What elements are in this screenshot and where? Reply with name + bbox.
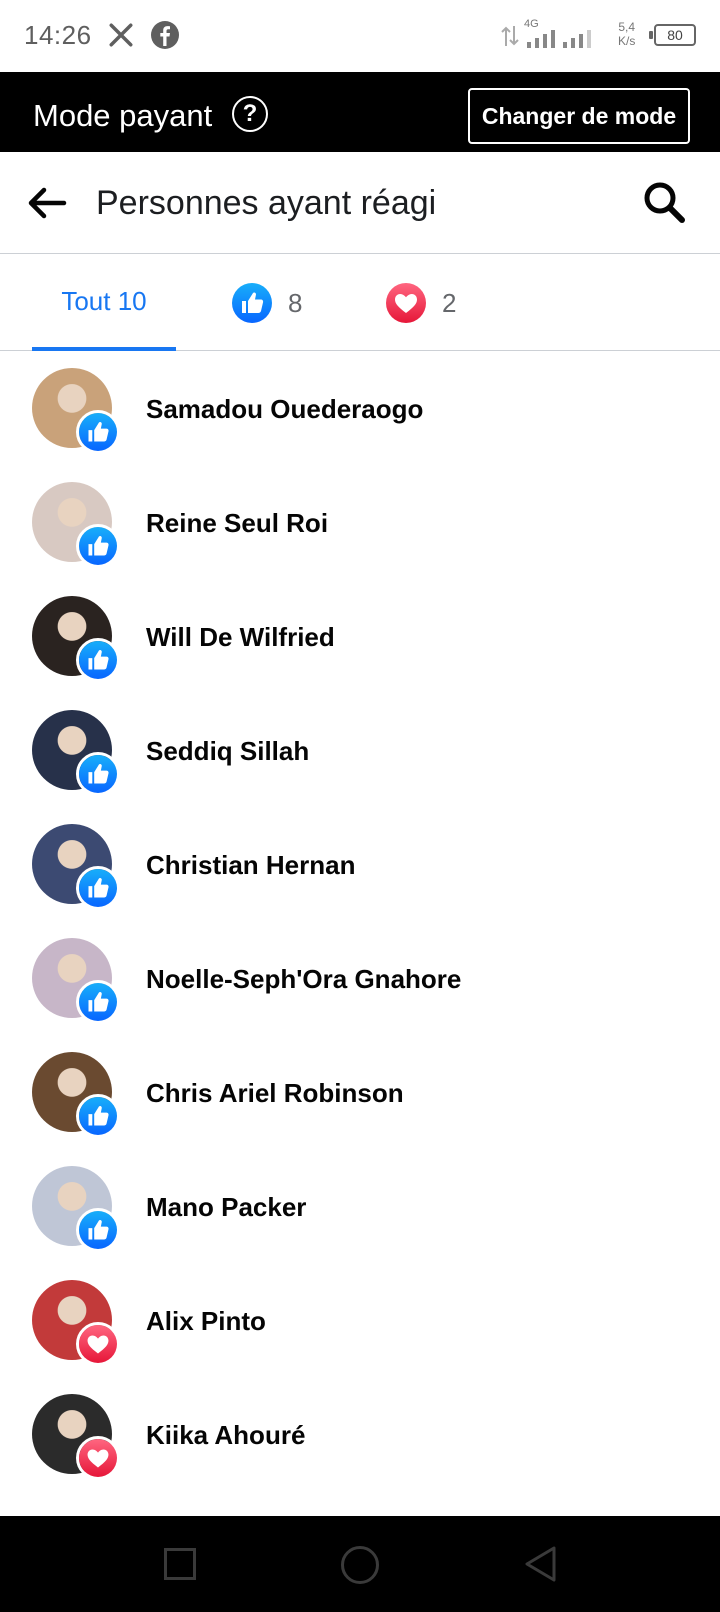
reactor-name[interactable]: Alix Pinto — [146, 1306, 266, 1337]
facebook-icon — [151, 21, 179, 49]
reactor-row[interactable]: Chris Ariel Robinson — [0, 1038, 720, 1152]
reactor-name[interactable]: Mano Packer — [146, 1192, 306, 1223]
like-reaction-icon — [76, 410, 120, 454]
page-title: Personnes ayant réagi — [96, 184, 437, 222]
reactor-name[interactable]: Noelle-Seph'Ora Gnahore — [146, 964, 461, 995]
reactor-name[interactable]: Christian Hernan — [146, 850, 356, 881]
reaction-tabs: Tout 10 8 2 — [0, 255, 720, 351]
reactor-name[interactable]: Chris Ariel Robinson — [146, 1078, 404, 1109]
reactor-row[interactable]: Samadou Ouederaogo — [0, 354, 720, 468]
like-reaction-icon — [76, 524, 120, 568]
tab-like-count: 8 — [288, 287, 303, 318]
tab-all[interactable]: Tout 10 — [32, 255, 176, 351]
love-reaction-icon — [386, 283, 426, 323]
reactor-row[interactable]: Kiika Ahouré — [0, 1380, 720, 1494]
speed-value: 5,4 — [618, 20, 636, 34]
reactor-row[interactable]: Seddiq Sillah — [0, 696, 720, 810]
tab-love-count: 2 — [442, 287, 457, 318]
recent-apps-button[interactable] — [164, 1548, 196, 1580]
mode-title: Mode payant — [33, 98, 213, 133]
reactor-name[interactable]: Will De Wilfried — [146, 622, 335, 653]
status-time: 14:26 — [24, 20, 92, 50]
page-header: Personnes ayant réagi — [0, 152, 720, 254]
tab-all-label: Tout 10 — [61, 285, 147, 316]
like-reaction-icon — [76, 752, 120, 796]
reactor-name[interactable]: Kiika Ahouré — [146, 1420, 305, 1451]
change-mode-button[interactable]: Changer de mode — [468, 88, 690, 144]
help-icon[interactable]: ? — [232, 96, 268, 132]
like-reaction-icon — [76, 638, 120, 682]
nav-back-icon[interactable] — [522, 1544, 558, 1584]
signal-icon-2 — [563, 30, 591, 48]
reactor-row[interactable]: Noelle-Seph'Ora Gnahore — [0, 924, 720, 1038]
like-reaction-icon — [76, 1094, 120, 1138]
reactor-row[interactable]: Reine Seul Roi — [0, 468, 720, 582]
reactor-row[interactable]: Christian Hernan — [0, 810, 720, 924]
back-arrow-icon[interactable] — [24, 180, 70, 226]
system-nav-bar — [0, 1516, 720, 1612]
reactor-row[interactable]: Will De Wilfried — [0, 582, 720, 696]
reactor-name[interactable]: Reine Seul Roi — [146, 508, 328, 539]
reactor-row[interactable]: Mano Packer — [0, 1152, 720, 1266]
like-reaction-icon — [76, 980, 120, 1024]
reactor-name[interactable]: Samadou Ouederaogo — [146, 394, 423, 425]
like-reaction-icon — [76, 1208, 120, 1252]
status-bar: 14:26 4G 5,4 K/s 80 — [0, 0, 720, 72]
search-icon[interactable] — [642, 180, 686, 224]
x-logo-icon — [109, 23, 133, 47]
tab-like[interactable]: 8 — [232, 255, 302, 351]
reactor-name[interactable]: Seddiq Sillah — [146, 736, 309, 767]
tab-love[interactable]: 2 — [386, 255, 456, 351]
network-speed: 5,4 K/s — [618, 20, 635, 48]
speed-unit: K/s — [618, 34, 636, 48]
mode-bar: Mode payant ? Changer de mode — [0, 72, 720, 152]
love-reaction-icon — [76, 1322, 120, 1366]
like-reaction-icon — [232, 283, 272, 323]
data-arrows-icon — [501, 26, 519, 46]
reactor-list: Samadou Ouederaogo Reine Seul Roi Will De … — [0, 354, 720, 1494]
like-reaction-icon — [76, 866, 120, 910]
signal-icon — [527, 30, 555, 48]
home-button[interactable] — [341, 1546, 379, 1584]
battery-indicator: 80 — [649, 24, 696, 46]
love-reaction-icon — [76, 1436, 120, 1480]
reactor-row[interactable]: Alix Pinto — [0, 1266, 720, 1380]
